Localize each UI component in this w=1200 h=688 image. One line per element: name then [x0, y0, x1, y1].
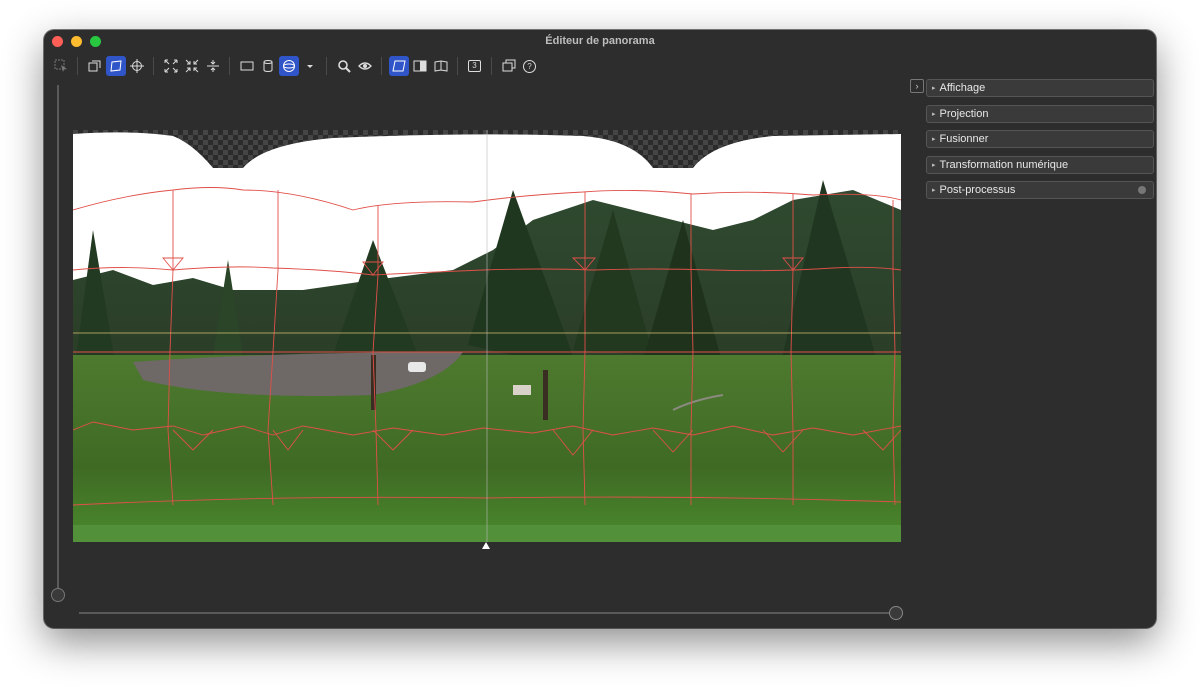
help-icon[interactable]: ?: [520, 56, 540, 76]
toolbar-separator: [326, 57, 327, 75]
crosshair-icon[interactable]: [127, 56, 147, 76]
three-icon[interactable]: 3: [465, 56, 485, 76]
panel-section-post-processus[interactable]: ▸ Post-processus: [926, 181, 1154, 200]
window-icon[interactable]: [499, 56, 519, 76]
panel-section-projection[interactable]: ▸ Projection: [926, 104, 1154, 123]
toolbar-separator: [491, 57, 492, 75]
panorama-preview[interactable]: [73, 130, 901, 542]
window-title: Éditeur de panorama: [545, 35, 655, 47]
eye-icon[interactable]: [355, 56, 375, 76]
window-controls: [52, 36, 101, 47]
toolbar-separator: [381, 57, 382, 75]
rect-projection-icon[interactable]: [237, 56, 257, 76]
disclosure-triangle-icon: ▸: [932, 85, 936, 92]
panel-section-label: Projection: [939, 107, 989, 120]
sphere-projection-icon[interactable]: [278, 56, 299, 76]
toolbar-separator: [229, 57, 230, 75]
toolbar: 3 ?: [44, 54, 1156, 78]
help-label: ?: [523, 59, 536, 73]
three-label: 3: [468, 60, 481, 72]
close-button[interactable]: [52, 36, 63, 47]
panel-collapse-button[interactable]: ›: [910, 79, 924, 93]
frame-icon[interactable]: [388, 56, 409, 76]
toolbar-separator: [153, 57, 154, 75]
cylinder-projection-icon[interactable]: [258, 56, 278, 76]
minimize-button[interactable]: [71, 36, 82, 47]
horizontal-slider-thumb[interactable]: [889, 606, 903, 620]
horizontal-slider-track[interactable]: [79, 612, 894, 614]
disclosure-triangle-icon: ▸: [932, 187, 936, 195]
vertical-slider-track[interactable]: [57, 85, 59, 595]
split-icon[interactable]: [410, 56, 430, 76]
fit-icon[interactable]: [161, 56, 181, 76]
panel-section-label: Affichage: [939, 82, 986, 94]
titlebar: Éditeur de panorama: [44, 30, 1156, 52]
book-icon[interactable]: [431, 56, 451, 76]
settings-panel: ▸ Affichage ▸ Projection ▸ Fusionner ▸ T…: [926, 79, 1154, 207]
adjust-icon[interactable]: [105, 56, 126, 76]
toolbar-separator: [77, 57, 78, 75]
zoom-icon[interactable]: [334, 56, 354, 76]
center-marker[interactable]: [482, 542, 490, 549]
shrink-icon[interactable]: [182, 56, 202, 76]
panel-section-transformation[interactable]: ▸ Transformation numérique: [926, 155, 1154, 174]
status-dot-icon[interactable]: [1138, 186, 1146, 195]
overlay-icon[interactable]: [85, 56, 105, 76]
select-icon[interactable]: [51, 56, 71, 76]
disclosure-triangle-icon: ▸: [932, 161, 936, 169]
disclosure-triangle-icon: ▸: [932, 110, 936, 118]
panorama-editor-window: Éditeur de panorama 3 ? › ▸ Affichage ▸ …: [44, 30, 1156, 628]
panel-section-label: Fusionner: [939, 133, 989, 146]
panel-section-affichage[interactable]: ▸ Affichage: [926, 79, 1154, 97]
vertical-slider-thumb[interactable]: [51, 588, 65, 602]
straighten-icon[interactable]: [203, 56, 223, 76]
panel-section-label: Post-processus: [939, 184, 1016, 197]
disclosure-triangle-icon: ▸: [932, 136, 936, 144]
panel-section-fusionner[interactable]: ▸ Fusionner: [926, 130, 1154, 149]
panel-section-label: Transformation numérique: [939, 158, 1069, 171]
toolbar-separator: [457, 57, 458, 75]
dropdown-icon[interactable]: [300, 56, 320, 76]
maximize-button[interactable]: [90, 36, 101, 47]
